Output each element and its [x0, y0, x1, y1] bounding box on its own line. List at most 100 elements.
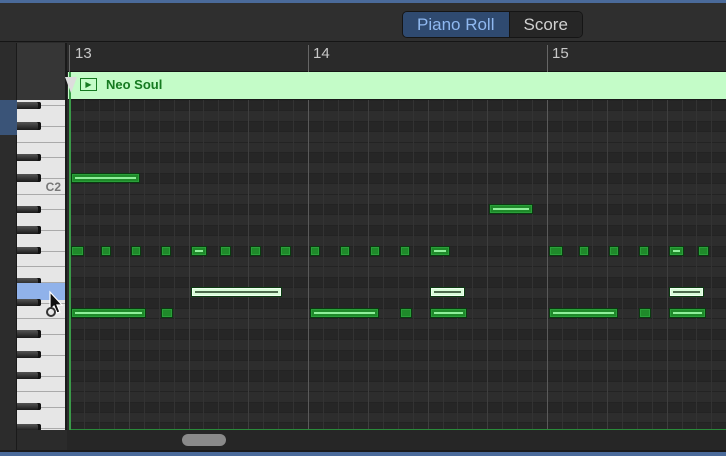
- region-name: Neo Soul: [106, 77, 163, 92]
- play-icon[interactable]: ▶: [80, 78, 97, 91]
- midi-note[interactable]: [668, 308, 706, 318]
- black-key[interactable]: [17, 299, 41, 307]
- midi-note[interactable]: [549, 308, 618, 318]
- midi-note[interactable]: [280, 245, 291, 256]
- bar-number-14: 14: [313, 45, 330, 62]
- editor-toolbar: Piano Roll Score: [0, 3, 726, 42]
- midi-note[interactable]: [310, 308, 379, 318]
- midi-note-selected[interactable]: [668, 287, 705, 298]
- velocity-bar: [75, 176, 136, 179]
- bar-gridline: [547, 100, 549, 429]
- midi-note[interactable]: [339, 245, 351, 256]
- beat-gridline: [562, 100, 564, 429]
- black-key[interactable]: [17, 423, 41, 430]
- velocity-bar: [194, 249, 203, 252]
- beat-gridline: [322, 100, 324, 429]
- black-key[interactable]: [17, 174, 41, 182]
- beat-gridline: [113, 100, 115, 429]
- bar-line-13: [69, 45, 70, 72]
- velocity-bar: [433, 291, 462, 294]
- beat-gridline: [188, 100, 190, 429]
- beat-gridline: [278, 100, 280, 429]
- midi-note[interactable]: [220, 245, 231, 256]
- midi-note[interactable]: [130, 245, 142, 256]
- beat-gridline: [517, 100, 519, 429]
- beat-gridline: [367, 100, 369, 429]
- midi-note-selected[interactable]: [429, 287, 466, 298]
- beat-gridline: [487, 100, 489, 429]
- black-key[interactable]: [17, 101, 41, 109]
- midi-note[interactable]: [668, 245, 684, 256]
- midi-note[interactable]: [489, 204, 533, 214]
- midi-note[interactable]: [429, 245, 451, 256]
- midi-note[interactable]: [100, 245, 112, 256]
- velocity-bar: [75, 312, 142, 314]
- midi-note[interactable]: [608, 245, 620, 256]
- velocity-bar: [194, 291, 278, 294]
- black-key[interactable]: [17, 330, 41, 338]
- horizontal-scrollbar[interactable]: [67, 430, 726, 450]
- beat-gridline: [158, 100, 160, 429]
- midi-note[interactable]: [310, 245, 321, 256]
- midi-note[interactable]: [71, 308, 146, 318]
- key-divider: [17, 141, 65, 143]
- playhead[interactable]: [69, 72, 71, 430]
- tab-score[interactable]: Score: [509, 12, 582, 37]
- velocity-bar: [672, 312, 702, 314]
- region-header[interactable]: ▶ Neo Soul: [68, 72, 726, 100]
- piano-roll-grid[interactable]: [69, 100, 726, 430]
- midi-note[interactable]: [638, 308, 651, 318]
- midi-note-selected[interactable]: [190, 287, 282, 298]
- beat-gridline: [382, 100, 384, 429]
- key-divider: [17, 266, 65, 268]
- tab-piano-roll[interactable]: Piano Roll: [403, 12, 510, 37]
- beat-gridline: [337, 100, 339, 429]
- velocity-bar: [433, 312, 463, 314]
- black-key[interactable]: [17, 153, 41, 161]
- beat-gridline: [621, 100, 623, 429]
- midi-note[interactable]: [71, 245, 85, 256]
- black-key[interactable]: [17, 371, 41, 380]
- black-key[interactable]: [17, 205, 41, 213]
- beat-gridline: [591, 100, 593, 429]
- beat-gridline: [711, 100, 713, 429]
- piano-keyboard[interactable]: C2: [17, 100, 67, 430]
- scrollbar-thumb[interactable]: [182, 434, 226, 446]
- beat-gridline: [442, 100, 444, 429]
- midi-note[interactable]: [250, 245, 261, 256]
- black-key[interactable]: [17, 247, 41, 255]
- bar-line-14: [308, 45, 309, 72]
- midi-note[interactable]: [429, 308, 467, 318]
- playhead-marker-icon[interactable]: [65, 77, 77, 93]
- black-key[interactable]: [17, 226, 41, 234]
- black-key[interactable]: [17, 351, 41, 359]
- midi-note[interactable]: [698, 245, 709, 256]
- midi-note[interactable]: [578, 245, 590, 256]
- key-divider: [17, 318, 65, 320]
- black-key[interactable]: [17, 403, 41, 411]
- beat-gridline: [532, 100, 534, 429]
- black-key[interactable]: [17, 122, 41, 130]
- beat-gridline: [666, 100, 668, 429]
- midi-note[interactable]: [369, 245, 381, 256]
- beat-gridline: [203, 100, 205, 429]
- beat-gridline: [143, 100, 145, 429]
- mouse-cursor-icon: [46, 290, 64, 317]
- bar-gridline: [308, 100, 310, 429]
- bar-ruler[interactable]: 13 14 15: [67, 43, 726, 72]
- velocity-bar: [433, 249, 447, 252]
- velocity-bar: [553, 312, 614, 314]
- midi-note[interactable]: [190, 245, 207, 256]
- midi-note[interactable]: [399, 308, 412, 318]
- beat-gridline: [457, 100, 459, 429]
- track-selection-indicator: [0, 100, 17, 135]
- midi-note[interactable]: [160, 245, 172, 256]
- window-bottom-border: [0, 450, 726, 456]
- midi-note[interactable]: [160, 308, 173, 318]
- midi-note[interactable]: [638, 245, 650, 256]
- midi-note[interactable]: [399, 245, 411, 256]
- midi-note[interactable]: [71, 172, 140, 183]
- midi-note[interactable]: [549, 245, 563, 256]
- view-segmented-control: Piano Roll Score: [402, 11, 583, 38]
- beat-gridline: [427, 100, 429, 429]
